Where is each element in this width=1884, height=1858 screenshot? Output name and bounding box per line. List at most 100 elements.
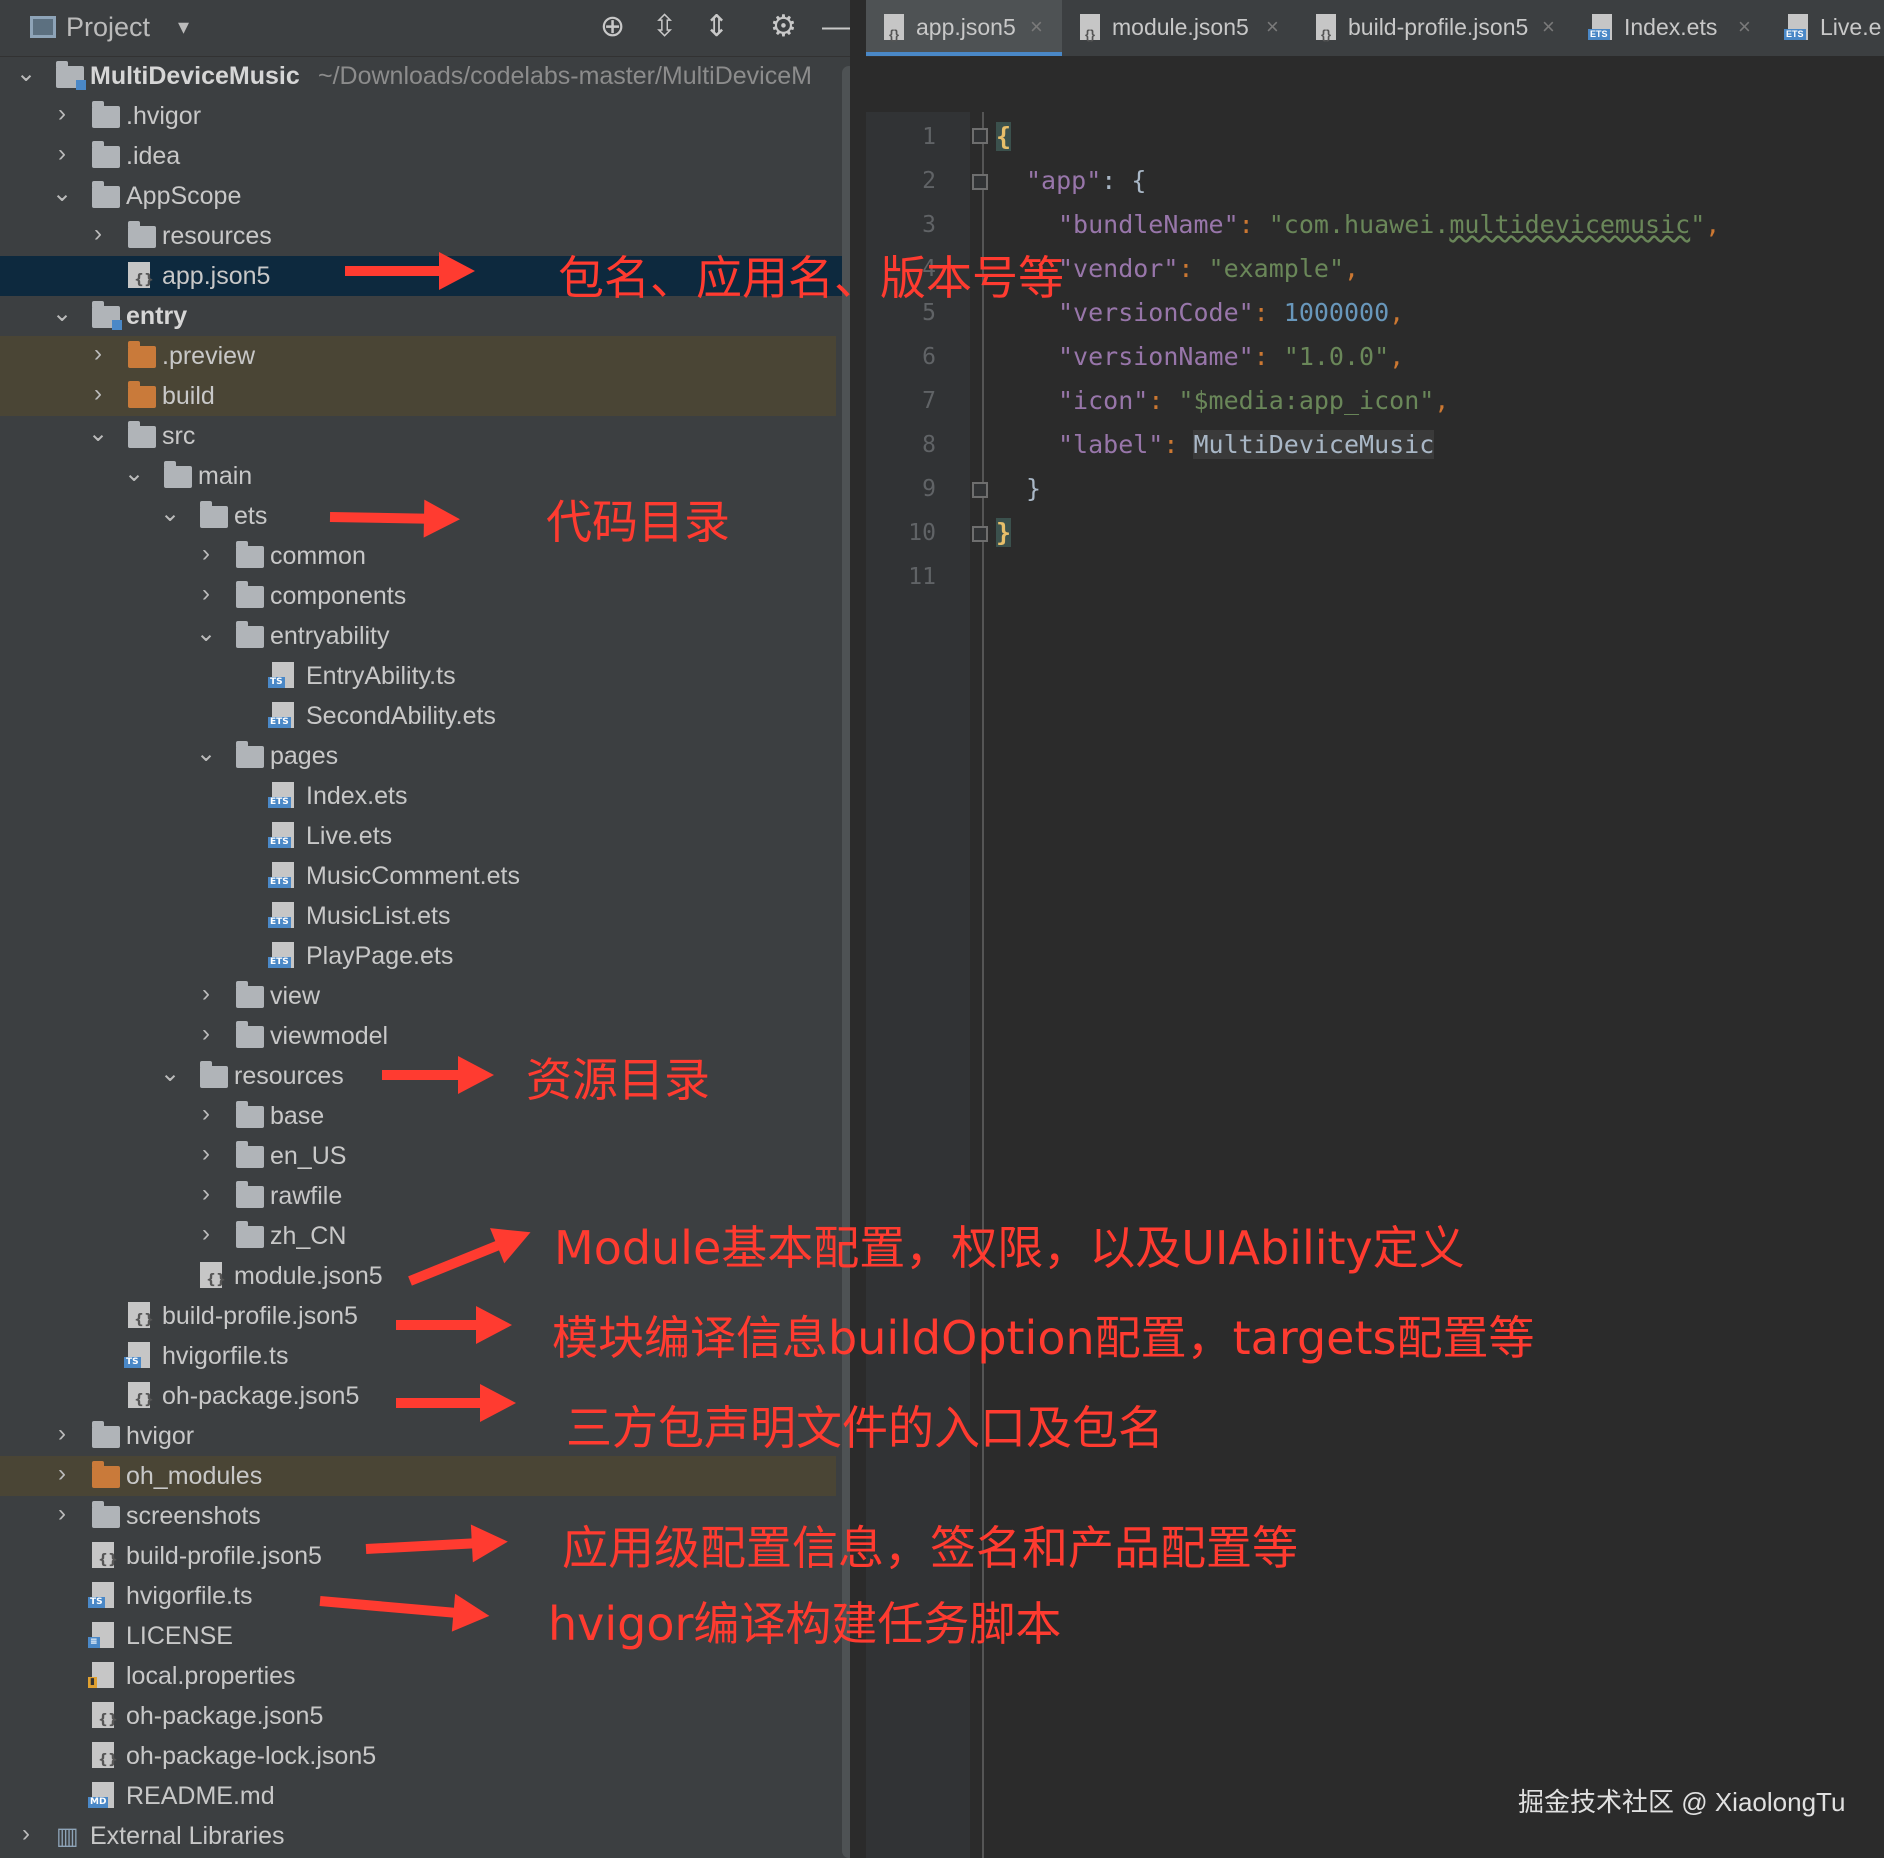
- chevron-right-icon[interactable]: ›: [50, 1500, 74, 1528]
- tree-item[interactable]: › viewmodel: [0, 1016, 850, 1056]
- minimize-icon[interactable]: —: [822, 10, 850, 44]
- locate-file-icon[interactable]: ⊕: [600, 10, 625, 44]
- fold-icon[interactable]: [972, 526, 988, 542]
- tree-item[interactable]: › view: [0, 976, 850, 1016]
- collapse-all-icon[interactable]: ⇕: [704, 10, 729, 44]
- chevron-right-icon[interactable]: ›: [194, 1140, 218, 1168]
- tree-item[interactable]: ETS SecondAbility.ets: [0, 696, 850, 736]
- fold-icon[interactable]: [972, 482, 988, 498]
- tab-app-json5[interactable]: {} app.json5 ×: [866, 0, 1062, 56]
- folder-icon: [236, 1221, 264, 1248]
- tree-item[interactable]: MD README.md: [0, 1776, 850, 1816]
- chevron-down-icon[interactable]: ▾: [178, 14, 189, 40]
- tree-item-label: build-profile.json5: [126, 1542, 322, 1570]
- folder-icon: [236, 541, 264, 568]
- tree-item[interactable]: ETS MusicList.ets: [0, 896, 850, 936]
- chevron-right-icon[interactable]: ›: [194, 580, 218, 608]
- tree-item[interactable]: › oh_modules: [0, 1456, 836, 1496]
- code-line-5: "versionCode": 1000000,: [1058, 298, 1405, 327]
- tree-item[interactable]: ETS Live.ets: [0, 816, 850, 856]
- tree-item-label: rawfile: [270, 1182, 343, 1210]
- tree-item-label: AppScope: [126, 182, 242, 210]
- folder-icon: [236, 581, 264, 608]
- tree-item[interactable]: {} oh-package.json5: [0, 1696, 850, 1736]
- close-icon[interactable]: ×: [1030, 14, 1043, 40]
- folder-icon: [92, 181, 120, 208]
- tree-item[interactable]: › build: [0, 376, 836, 416]
- chevron-down-icon[interactable]: ⌄: [50, 300, 74, 328]
- tab-module-json5[interactable]: {} module.json5 ×: [1062, 0, 1298, 56]
- md-file-icon: MD: [88, 1782, 114, 1808]
- tree-item[interactable]: {} oh-package-lock.json5: [0, 1736, 850, 1776]
- chevron-right-icon[interactable]: ›: [194, 1020, 218, 1048]
- tree-item[interactable]: ETS PlayPage.ets: [0, 936, 850, 976]
- gear-icon[interactable]: ⚙: [770, 10, 797, 44]
- props-file-icon: ▮: [88, 1662, 114, 1688]
- chevron-right-icon[interactable]: ›: [86, 380, 110, 408]
- folder-icon: [92, 1421, 120, 1448]
- chevron-down-icon[interactable]: ⌄: [14, 60, 38, 88]
- chevron-right-icon[interactable]: ›: [50, 140, 74, 168]
- tree-item-label: build-profile.json5: [162, 1302, 358, 1330]
- chevron-right-icon[interactable]: ›: [194, 540, 218, 568]
- tree-item[interactable]: › rawfile: [0, 1176, 850, 1216]
- close-icon[interactable]: ×: [1266, 14, 1279, 40]
- folder-icon: [200, 501, 228, 528]
- chevron-right-icon[interactable]: ›: [194, 1180, 218, 1208]
- chevron-down-icon[interactable]: ⌄: [86, 420, 110, 448]
- tree-item[interactable]: › components: [0, 576, 850, 616]
- chevron-right-icon[interactable]: ›: [194, 1100, 218, 1128]
- ets-file-icon: ETS: [1588, 14, 1612, 40]
- folder-icon: [164, 461, 192, 488]
- chevron-right-icon[interactable]: ›: [86, 220, 110, 248]
- code-line-7: "icon": "$media:app_icon",: [1058, 386, 1450, 415]
- tab-index-ets[interactable]: ETS Index.ets ×: [1574, 0, 1770, 56]
- fold-icon[interactable]: [972, 128, 988, 144]
- fold-icon[interactable]: [972, 174, 988, 190]
- chevron-right-icon[interactable]: ›: [194, 980, 218, 1008]
- tree-item[interactable]: › .idea: [0, 136, 850, 176]
- chevron-down-icon[interactable]: ⌄: [158, 500, 182, 528]
- chevron-right-icon[interactable]: ›: [50, 1420, 74, 1448]
- tree-item-label: .hvigor: [126, 102, 202, 130]
- tree-item[interactable]: › .hvigor: [0, 96, 850, 136]
- chevron-right-icon[interactable]: ›: [14, 1820, 38, 1848]
- folder-icon: [92, 141, 120, 168]
- project-view-selector[interactable]: Project: [66, 12, 150, 43]
- tree-root[interactable]: ⌄ MultiDeviceMusic ~/Downloads/codelabs-…: [0, 56, 850, 96]
- tree-item[interactable]: ⌄ src: [0, 416, 850, 456]
- tab-live-e[interactable]: ETS Live.e: [1770, 0, 1884, 56]
- tree-item[interactable]: › .preview: [0, 336, 836, 376]
- chevron-right-icon[interactable]: ›: [194, 1220, 218, 1248]
- tree-item[interactable]: ETS MusicComment.ets: [0, 856, 850, 896]
- chevron-down-icon[interactable]: ⌄: [50, 180, 74, 208]
- code-line-9: }: [1026, 474, 1042, 503]
- tree-item[interactable]: ⌄ entryability: [0, 616, 850, 656]
- close-icon[interactable]: ×: [1738, 14, 1751, 40]
- chevron-down-icon[interactable]: ⌄: [158, 1060, 182, 1088]
- tree-item[interactable]: TS EntryAbility.ts: [0, 656, 850, 696]
- close-icon[interactable]: ×: [1542, 14, 1555, 40]
- json-file-icon: {}: [128, 1302, 154, 1328]
- tree-item[interactable]: ⌄ AppScope: [0, 176, 850, 216]
- expand-all-icon[interactable]: ⇳: [652, 10, 677, 44]
- libraries-icon: ▥: [56, 1823, 79, 1850]
- tab-label: module.json5: [1112, 14, 1249, 40]
- chevron-down-icon[interactable]: ⌄: [122, 460, 146, 488]
- chevron-down-icon[interactable]: ⌄: [194, 740, 218, 768]
- tab-build-profile-json5[interactable]: {} build-profile.json5 ×: [1298, 0, 1574, 56]
- tree-item[interactable]: ⌄ pages: [0, 736, 850, 776]
- tree-item-label: PlayPage.ets: [306, 942, 454, 970]
- tree-item[interactable]: › ▥ External Libraries: [0, 1816, 850, 1856]
- tree-item[interactable]: ▮ local.properties: [0, 1656, 850, 1696]
- tree-item[interactable]: › base: [0, 1096, 850, 1136]
- tab-label: build-profile.json5: [1348, 14, 1529, 40]
- tree-item-label: Live.ets: [306, 822, 393, 850]
- chevron-right-icon[interactable]: ›: [86, 340, 110, 368]
- tree-item[interactable]: › en_US: [0, 1136, 850, 1176]
- chevron-right-icon[interactable]: ›: [50, 1460, 74, 1488]
- chevron-right-icon[interactable]: ›: [50, 100, 74, 128]
- tree-item[interactable]: ETS Index.ets: [0, 776, 850, 816]
- chevron-down-icon[interactable]: ⌄: [194, 620, 218, 648]
- tab-label: Index.ets: [1624, 14, 1718, 40]
